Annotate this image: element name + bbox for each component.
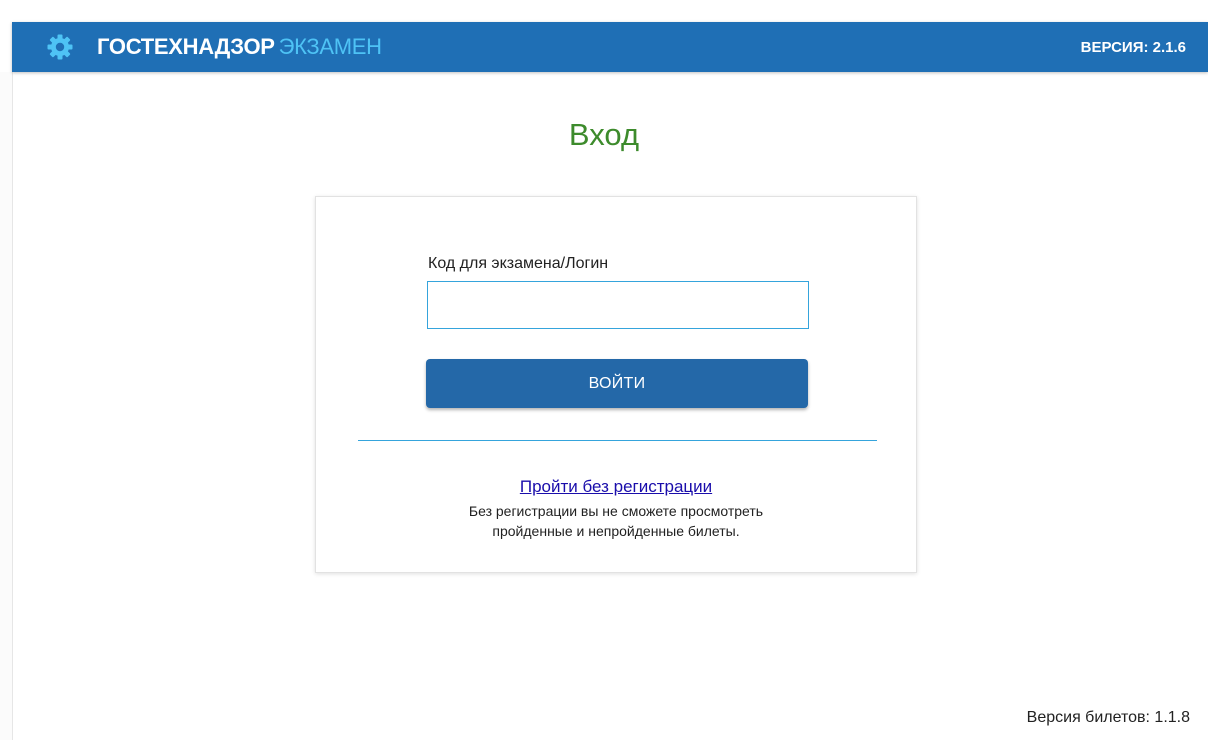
guest-note-line-2: пройденные и непройденные билеты. [492, 523, 740, 539]
login-field-label: Код для экзамена/Логин [428, 255, 609, 272]
login-input[interactable] [427, 281, 809, 329]
brand-main: ГОСТЕХНАДЗОР [97, 34, 275, 59]
top-bar: ГОСТЕХНАДЗОР ЭКЗАМЕН ВЕРСИЯ: 2.1.6 [12, 22, 1208, 72]
guest-login-link[interactable]: Пройти без регистрации [316, 477, 916, 497]
divider [358, 440, 877, 441]
login-button[interactable]: ВОЙТИ [426, 359, 808, 408]
brand-accent: ЭКЗАМЕН [278, 34, 382, 59]
left-edge-border [0, 72, 13, 740]
page-title: Вход [568, 117, 640, 152]
app-brand: ГОСТЕХНАДЗОР ЭКЗАМЕН [97, 34, 382, 60]
guest-note-line-1: Без регистрации вы не сможете просмотрет… [468, 503, 764, 519]
guest-note: Без регистрации вы не сможете просмотрет… [316, 501, 916, 541]
tickets-version: Версия билетов: 1.1.8 [1026, 709, 1190, 726]
login-card: Код для экзамена/Логин ВОЙТИ Пройти без … [315, 196, 917, 573]
app-version: ВЕРСИЯ: 2.1.6 [1080, 39, 1186, 56]
gear-icon [46, 33, 74, 61]
